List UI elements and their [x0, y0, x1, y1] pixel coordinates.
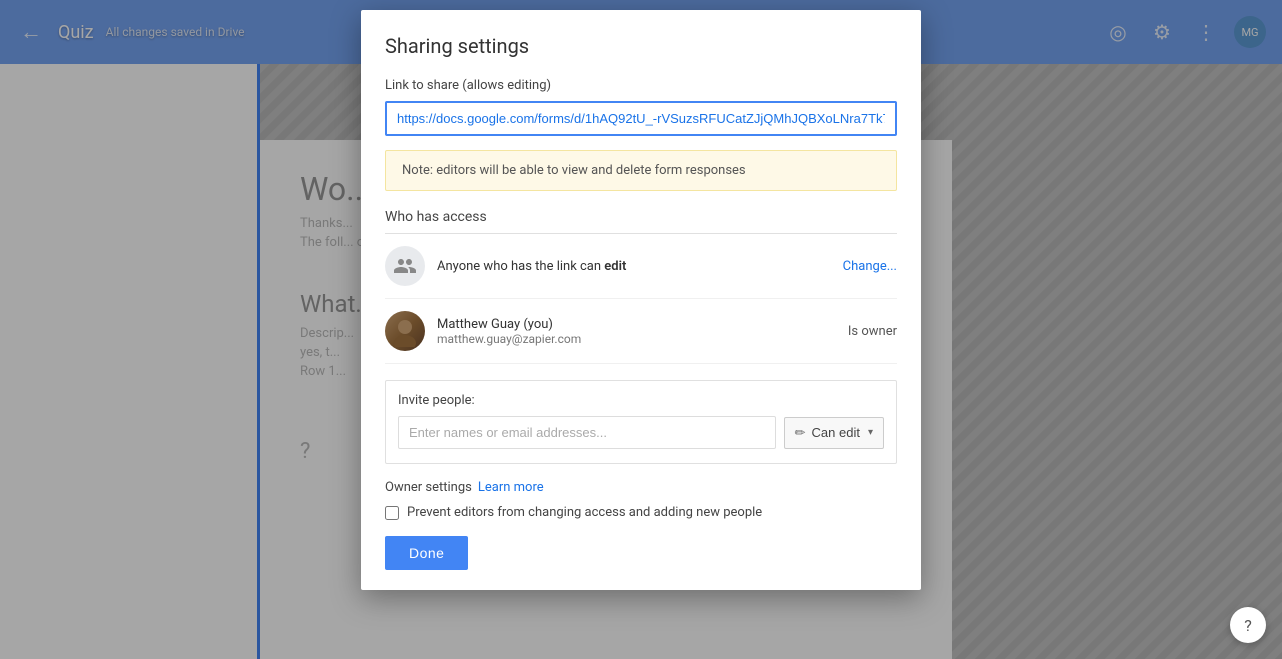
access-row-owner: Matthew Guay (you) matthew.guay@zapier.c… — [385, 299, 897, 364]
invite-label: Invite people: — [398, 393, 884, 408]
learn-more-link[interactable]: Learn more — [478, 480, 544, 495]
who-has-access-label: Who has access — [385, 209, 897, 234]
owner-settings-row: Owner settings Learn more — [385, 480, 897, 495]
access-row-link: Anyone who has the link can edit Change.… — [385, 234, 897, 299]
link-access-text: Anyone who has the link can edit — [437, 259, 626, 274]
can-edit-label: Can edit — [812, 425, 860, 440]
invite-row: ✏ Can edit ▾ — [398, 416, 884, 449]
share-link-input[interactable] — [385, 101, 897, 136]
owner-settings-label: Owner settings — [385, 480, 472, 495]
invite-input[interactable] — [398, 416, 776, 449]
help-button[interactable]: ? — [1230, 607, 1266, 643]
question-mark-icon: ? — [1244, 616, 1252, 635]
link-label: Link to share (allows editing) — [385, 78, 897, 93]
prevent-editors-checkbox[interactable] — [385, 506, 399, 520]
owner-role: Is owner — [848, 324, 897, 339]
owner-avatar — [385, 311, 425, 351]
pencil-icon: ✏ — [795, 425, 806, 441]
owner-name: Matthew Guay (you) — [437, 317, 836, 332]
owner-email: matthew.guay@zapier.com — [437, 332, 836, 346]
prevent-editors-row: Prevent editors from changing access and… — [385, 505, 897, 520]
done-button[interactable]: Done — [385, 536, 468, 570]
can-edit-button[interactable]: ✏ Can edit ▾ — [784, 417, 884, 449]
dialog-title: Sharing settings — [385, 34, 897, 58]
change-access-button[interactable]: Change... — [843, 259, 897, 274]
owner-info: Matthew Guay (you) matthew.guay@zapier.c… — [437, 317, 836, 346]
note-box: Note: editors will be able to view and d… — [385, 150, 897, 191]
note-text: Note: editors will be able to view and d… — [402, 163, 746, 178]
link-access-info: Anyone who has the link can edit — [437, 258, 831, 274]
group-icon — [385, 246, 425, 286]
invite-section: Invite people: ✏ Can edit ▾ — [385, 380, 897, 464]
modal-overlay: Sharing settings Link to share (allows e… — [0, 0, 1282, 659]
sharing-settings-dialog: Sharing settings Link to share (allows e… — [361, 10, 921, 590]
chevron-down-icon: ▾ — [868, 427, 873, 438]
prevent-editors-label[interactable]: Prevent editors from changing access and… — [407, 505, 762, 520]
